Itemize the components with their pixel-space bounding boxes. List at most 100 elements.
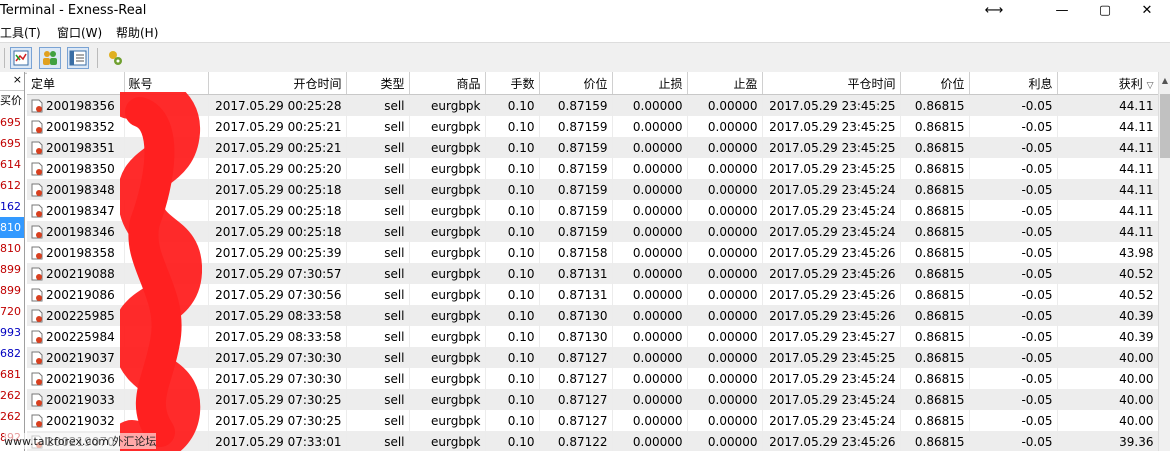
- open-price-cell: 0.87130: [539, 326, 613, 347]
- closed-order-icon: [31, 246, 43, 260]
- resize-icon[interactable]: ⟷: [974, 0, 1014, 22]
- bid-value[interactable]: 682: [0, 343, 24, 364]
- account-cell: [124, 242, 209, 263]
- bid-value[interactable]: 162: [0, 196, 24, 217]
- bid-value[interactable]: 899: [0, 280, 24, 301]
- profit-cell: 40.52: [1057, 263, 1158, 284]
- account-cell: [124, 158, 209, 179]
- table-row[interactable]: 200219033 2017.05.29 07:30:25 sell eurgbpk 0…: [27, 389, 1158, 410]
- col-type[interactable]: 类型: [346, 72, 410, 95]
- table-row[interactable]: 200219036 2017.05.29 07:30:30 sell eurgbpk 0…: [27, 368, 1158, 389]
- order-cell: 200219037: [27, 347, 125, 368]
- take-profit-cell: 0.00000: [687, 431, 763, 451]
- table-row[interactable]: 200198358 2017.05.29 00:25:39 sell eurgbpk 0…: [27, 242, 1158, 263]
- stop-loss-cell: 0.00000: [612, 179, 688, 200]
- bid-value[interactable]: 720: [0, 301, 24, 322]
- order-number: 200225984: [46, 329, 115, 344]
- close-time-cell: 2017.05.29 23:45:25: [762, 347, 901, 368]
- bid-value[interactable]: 695: [0, 133, 24, 154]
- symbol-cell: eurgbpk: [409, 284, 486, 305]
- col-swap[interactable]: 利息: [969, 72, 1058, 95]
- bid-value[interactable]: 810: [0, 238, 24, 259]
- close-panel-icon[interactable]: ×: [13, 73, 22, 86]
- table-row[interactable]: 2002190702017.05.29 07:33:01selleurgbpk0…: [27, 431, 1158, 451]
- scroll-up-icon[interactable]: ▲: [1159, 76, 1170, 85]
- gear-people-icon: [109, 51, 122, 65]
- col-lots[interactable]: 手数: [485, 72, 540, 95]
- bid-column-header[interactable]: 买价: [0, 92, 24, 112]
- close-price-cell: 0.86815: [900, 326, 970, 347]
- swap-cell: -0.05: [969, 200, 1058, 221]
- bid-value[interactable]: 262: [0, 385, 24, 406]
- col-close-time[interactable]: 平仓时间: [762, 72, 901, 95]
- col-order[interactable]: 定单: [27, 72, 125, 95]
- table-row[interactable]: 200198346 2017.05.29 00:25:18 sell eurgbpk 0…: [27, 221, 1158, 242]
- vertical-scrollbar[interactable]: ▲: [1158, 72, 1170, 451]
- col-stop-loss[interactable]: 止损: [612, 72, 688, 95]
- col-profit-label: 获利: [1118, 76, 1143, 91]
- market-watch-button[interactable]: [10, 47, 32, 69]
- lots-cell: 0.10: [485, 368, 540, 389]
- order-number: 200219033: [46, 392, 115, 407]
- col-take-profit[interactable]: 止盈: [687, 72, 763, 95]
- account-cell: [124, 326, 209, 347]
- col-open-time[interactable]: 开仓时间: [208, 72, 347, 95]
- menu-help[interactable]: 帮助(H): [116, 24, 158, 41]
- close-time-cell: 2017.05.29 23:45:25: [762, 116, 901, 137]
- take-profit-cell: 0.00000: [687, 137, 763, 158]
- col-symbol[interactable]: 商品: [409, 72, 486, 95]
- col-profit[interactable]: 获利 ▽: [1057, 72, 1158, 95]
- order-cell: 200219086: [27, 284, 125, 305]
- take-profit-cell: 0.00000: [687, 305, 763, 326]
- profit-cell: 40.39: [1057, 305, 1158, 326]
- table-row[interactable]: 200198352 2017.05.29 00:25:21 sell eurgbpk 0…: [27, 116, 1158, 137]
- col-account[interactable]: 账号: [124, 72, 209, 95]
- open-time-cell: 2017.05.29 00:25:20: [208, 158, 347, 179]
- maximize-button[interactable]: ▢: [1085, 0, 1125, 22]
- lots-cell: 0.10: [485, 242, 540, 263]
- bid-value[interactable]: 612: [0, 175, 24, 196]
- take-profit-cell: 0.00000: [687, 221, 763, 242]
- table-row[interactable]: 200198348 2017.05.29 00:25:18 sell eurgbpk 0…: [27, 179, 1158, 200]
- scroll-thumb[interactable]: [1160, 94, 1170, 158]
- open-price-cell: 0.87127: [539, 347, 613, 368]
- table-row[interactable]: 200198356 2017.05.29 00:25:28 sell eurgbpk 0…: [27, 94, 1158, 116]
- open-time-cell: 2017.05.29 07:30:25: [208, 389, 347, 410]
- toolbar-separator: [4, 48, 5, 68]
- closed-order-icon: [31, 120, 43, 134]
- minimize-button[interactable]: —: [1042, 0, 1082, 22]
- terminal-button[interactable]: [67, 47, 89, 69]
- stop-loss-cell: 0.00000: [612, 242, 688, 263]
- table-row[interactable]: 200219037 2017.05.29 07:30:30 sell eurgbpk 0…: [27, 347, 1158, 368]
- col-open-price[interactable]: 价位: [539, 72, 613, 95]
- table-row[interactable]: 200225985 2017.05.29 08:33:58 sell eurgbpk 0…: [27, 305, 1158, 326]
- bid-value[interactable]: 899: [0, 259, 24, 280]
- bid-value[interactable]: 695: [0, 112, 24, 133]
- bid-value[interactable]: 614: [0, 154, 24, 175]
- open-time-cell: 2017.05.29 00:25:39: [208, 242, 347, 263]
- bid-value[interactable]: 810: [0, 217, 24, 238]
- take-profit-cell: 0.00000: [687, 368, 763, 389]
- close-button[interactable]: ✕: [1127, 0, 1167, 22]
- profit-cell: 40.00: [1057, 368, 1158, 389]
- navigator-button[interactable]: [39, 47, 61, 69]
- options-button[interactable]: [104, 47, 126, 69]
- menu-tools[interactable]: 工具(T): [0, 24, 41, 41]
- menu-window[interactable]: 窗口(W): [57, 24, 102, 41]
- bid-value[interactable]: 993: [0, 322, 24, 343]
- type-cell: sell: [346, 326, 410, 347]
- toolbar-separator: [97, 48, 98, 68]
- open-price-cell: 0.87130: [539, 305, 613, 326]
- table-row[interactable]: 200219086 2017.05.29 07:30:56 sell eurgbpk 0…: [27, 284, 1158, 305]
- closed-order-icon: [31, 162, 43, 176]
- table-row[interactable]: 200219032 2017.05.29 07:30:25 sell eurgbpk 0…: [27, 410, 1158, 431]
- table-row[interactable]: 200225984 2017.05.29 08:33:58 sell eurgbpk 0…: [27, 326, 1158, 347]
- table-row[interactable]: 200198351 2017.05.29 00:25:21 sell eurgbpk 0…: [27, 137, 1158, 158]
- col-close-price[interactable]: 价位: [900, 72, 970, 95]
- table-row[interactable]: 200219088 2017.05.29 07:30:57 sell eurgbpk 0…: [27, 263, 1158, 284]
- account-cell: [124, 389, 209, 410]
- table-row[interactable]: 200198350 2017.05.29 00:25:20 sell eurgbpk 0…: [27, 158, 1158, 179]
- bid-value[interactable]: 681: [0, 364, 24, 385]
- bid-value[interactable]: 262: [0, 406, 24, 427]
- table-row[interactable]: 200198347 2017.05.29 00:25:18 sell eurgbpk 0…: [27, 200, 1158, 221]
